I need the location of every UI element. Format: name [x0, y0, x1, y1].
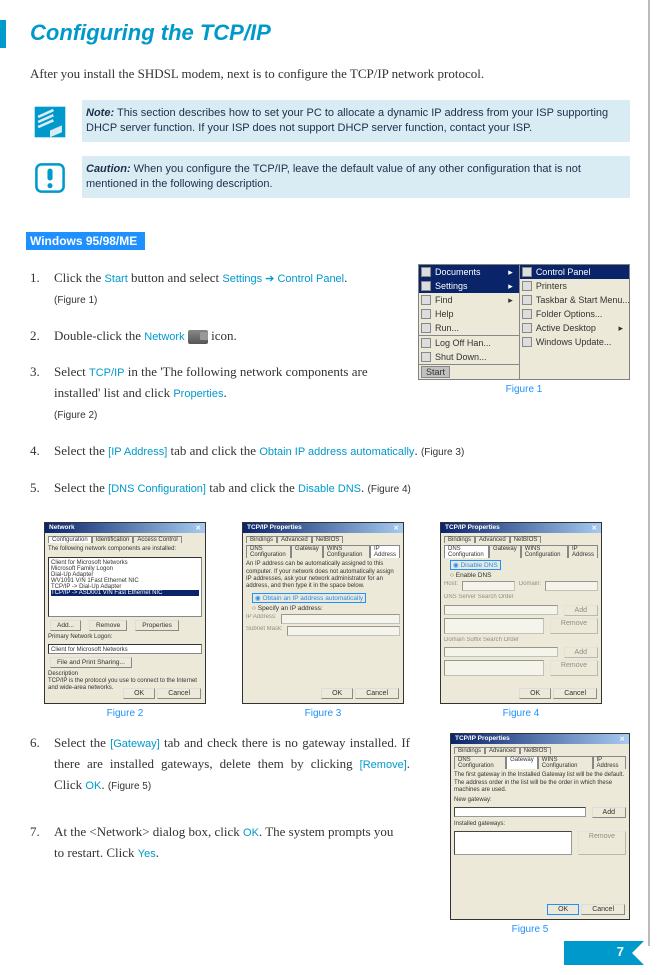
control-panel-keyword: Control Panel [277, 273, 344, 285]
figure1-ref: (Figure 1) [54, 295, 97, 306]
page-number: 7 [617, 944, 624, 959]
start-keyword: Start [105, 273, 128, 285]
figure4-block: TCP/IP Properties✕ BindingsAdvancedNetBI… [440, 522, 602, 719]
note-icon [33, 105, 67, 139]
step-5: Select the [DNS Configuration] tab and c… [30, 478, 630, 499]
caution-callout: Caution: When you configure the TCP/IP, … [30, 156, 630, 198]
dns-tab-keyword: [DNS Configuration] [108, 483, 206, 495]
gateway-tab-keyword: [Gateway] [110, 738, 160, 750]
figure5-ref: (Figure 5) [108, 781, 151, 792]
caution-label: Caution: [86, 163, 131, 175]
yes-keyword: Yes [138, 848, 156, 860]
figure3-caption: Figure 3 [242, 708, 404, 719]
ok-button: OK [123, 688, 155, 699]
step-2: Double-click the Network icon. [30, 326, 630, 347]
step-3: Select TCP/IP in the 'The following netw… [30, 362, 630, 424]
close-icon: ✕ [394, 524, 399, 532]
cancel-button: Cancel [157, 688, 201, 699]
figure2-ref: (Figure 2) [54, 410, 97, 421]
figure2-block: Network✕ ConfigurationIdentificationAcce… [44, 522, 206, 719]
page-title: Configuring the TCP/IP [30, 20, 630, 46]
figure4-caption: Figure 4 [440, 708, 602, 719]
tcpip-keyword: TCP/IP [89, 367, 124, 379]
ok-keyword: OK [85, 780, 101, 792]
close-icon: ✕ [196, 524, 201, 532]
note-callout: Note: This section describes how to set … [30, 100, 630, 142]
intro-text: After you install the SHDSL modem, next … [30, 66, 630, 82]
settings-keyword: Settings [222, 273, 262, 285]
section-windows: Windows 95/98/ME [26, 232, 145, 250]
network-keyword: Network [144, 331, 184, 343]
network-icon [188, 330, 208, 344]
disable-dns-keyword: Disable DNS [298, 483, 361, 495]
figure4-ref: (Figure 4) [368, 484, 411, 495]
ipaddress-tab-keyword: [IP Address] [108, 446, 167, 458]
properties-keyword: Properties [173, 388, 223, 400]
caution-text: When you configure the TCP/IP, leave the… [86, 163, 581, 190]
note-label: Note: [86, 107, 114, 119]
page-number-badge: 7 [564, 941, 644, 965]
close-icon: ✕ [592, 524, 597, 532]
ok-keyword-2: OK [243, 827, 259, 839]
step-4: Select the [IP Address] tab and click th… [30, 441, 630, 462]
figure2-caption: Figure 2 [44, 708, 206, 719]
network-dialog-title: Network [49, 524, 75, 532]
figure5-caption: Figure 5 [430, 924, 630, 935]
step-7: At the <Network> dialog box, click OK. T… [30, 822, 400, 864]
remove-keyword: [Remove] [360, 759, 407, 771]
caution-icon [33, 161, 67, 195]
figure3-block: TCP/IP Properties✕ BindingsAdvancedNetBI… [242, 522, 404, 719]
tcpip-dialog-title: TCP/IP Properties [247, 524, 302, 532]
obtain-ip-keyword: Obtain IP address automatically [259, 446, 414, 458]
step-1: Click the Start button and select Settin… [30, 268, 630, 310]
figure3-ref: (Figure 3) [421, 447, 464, 458]
tcpip-dns-dialog-title: TCP/IP Properties [445, 524, 500, 532]
step-6: Select the [Gateway] tab and check there… [30, 733, 410, 795]
note-text: This section describes how to set your P… [86, 107, 608, 134]
